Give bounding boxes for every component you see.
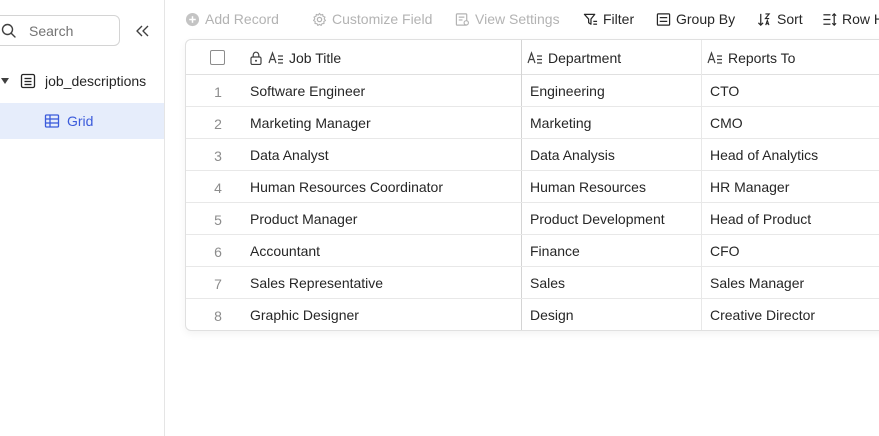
row-number: 2	[214, 116, 222, 132]
column-header-reports-to[interactable]: Reports To	[707, 40, 795, 75]
table-row[interactable]: 8 Graphic Designer Design Creative Direc…	[186, 299, 879, 330]
table-row[interactable]: 5 Product Manager Product Development He…	[186, 203, 879, 235]
cell-department[interactable]: Data Analysis	[530, 139, 615, 171]
row-number: 5	[214, 212, 222, 228]
table-row[interactable]: 1 Software Engineer Engineering CTO	[186, 75, 879, 107]
cell-department[interactable]: Design	[530, 299, 574, 330]
cell-reports-to[interactable]: Head of Product	[710, 203, 811, 235]
table-row[interactable]: 3 Data Analyst Data Analysis Head of Ana…	[186, 139, 879, 171]
filter-icon	[583, 13, 598, 25]
toolbar: Add Record Customize Field View Settings…	[165, 0, 879, 38]
search-icon	[1, 23, 16, 38]
cell-reports-to[interactable]: CMO	[710, 107, 743, 139]
sidebar-view-label: Grid	[67, 113, 94, 129]
view-settings-button[interactable]: View Settings	[455, 10, 560, 28]
row-number: 1	[214, 84, 222, 100]
customize-field-button[interactable]: Customize Field	[312, 10, 432, 28]
cell-department[interactable]: Marketing	[530, 107, 591, 139]
lock-icon	[250, 51, 262, 65]
cell-job-title[interactable]: Graphic Designer	[250, 299, 359, 330]
cell-reports-to[interactable]: Creative Director	[710, 299, 815, 330]
sidebar-search-box[interactable]	[0, 15, 120, 46]
cell-reports-to[interactable]: CFO	[710, 235, 740, 267]
row-number: 7	[214, 276, 222, 292]
cell-department[interactable]: Sales	[530, 267, 565, 299]
column-header-label: Reports To	[728, 49, 796, 66]
column-header-job-title[interactable]: Job Title	[250, 40, 341, 75]
row-height-icon	[823, 12, 837, 26]
cell-job-title[interactable]: Marketing Manager	[250, 107, 371, 139]
cell-department[interactable]: Product Development	[530, 203, 665, 235]
cell-reports-to[interactable]: HR Manager	[710, 171, 789, 203]
view-settings-icon	[455, 12, 469, 26]
table-row[interactable]: 2 Marketing Manager Marketing CMO	[186, 107, 879, 139]
select-all-checkbox[interactable]	[210, 50, 225, 65]
text-field-icon	[707, 50, 722, 64]
row-number: 4	[214, 180, 222, 196]
sidebar-item-grid-view[interactable]: Grid	[0, 103, 164, 139]
column-header-department[interactable]: Department	[527, 40, 621, 75]
cell-reports-to[interactable]: CTO	[710, 75, 739, 107]
grid-view-icon	[44, 114, 60, 128]
text-field-icon	[268, 50, 283, 64]
search-input[interactable]	[29, 22, 113, 40]
cell-department[interactable]: Engineering	[530, 75, 605, 107]
caret-down-icon[interactable]	[0, 76, 10, 86]
group-by-label: Group By	[676, 11, 736, 27]
group-by-button[interactable]: Group By	[656, 10, 735, 28]
cell-department[interactable]: Finance	[530, 235, 580, 267]
cell-department[interactable]: Human Resources	[530, 171, 646, 203]
plus-circle-icon	[185, 12, 200, 26]
data-grid: Job Title Department Reports To 1 Softwa…	[185, 39, 879, 331]
filter-label: Filter	[603, 11, 635, 27]
row-number: 6	[214, 244, 222, 260]
row-number: 3	[214, 148, 222, 164]
table-row[interactable]: 4 Human Resources Coordinator Human Reso…	[186, 171, 879, 203]
cell-job-title[interactable]: Data Analyst	[250, 139, 329, 171]
sort-label: Sort	[777, 11, 803, 27]
cell-reports-to[interactable]: Sales Manager	[710, 267, 804, 299]
view-settings-label: View Settings	[475, 11, 560, 27]
row-number: 8	[214, 308, 222, 324]
sort-button[interactable]: Sort	[757, 10, 803, 28]
customize-field-label: Customize Field	[332, 11, 433, 27]
column-header-label: Job Title	[289, 49, 342, 66]
filter-button[interactable]: Filter	[583, 10, 634, 28]
add-record-label: Add Record	[205, 11, 279, 27]
table-icon	[20, 73, 36, 89]
group-by-icon	[656, 12, 671, 26]
gear-icon	[312, 12, 327, 26]
cell-job-title[interactable]: Software Engineer	[250, 75, 365, 107]
add-record-button[interactable]: Add Record	[185, 10, 279, 28]
cell-job-title[interactable]: Human Resources Coordinator	[250, 171, 443, 203]
sidebar: job_descriptions Grid	[0, 0, 165, 436]
text-field-icon	[527, 50, 542, 64]
table-row[interactable]: 6 Accountant Finance CFO	[186, 235, 879, 267]
cell-job-title[interactable]: Product Manager	[250, 203, 357, 235]
cell-job-title[interactable]: Accountant	[250, 235, 320, 267]
sidebar-item-table[interactable]: job_descriptions	[0, 68, 165, 94]
column-header-label: Department	[548, 49, 622, 66]
row-height-button[interactable]: Row Height	[822, 10, 879, 28]
grid-header: Job Title Department Reports To	[186, 40, 879, 75]
cell-reports-to[interactable]: Head of Analytics	[710, 139, 818, 171]
cell-job-title[interactable]: Sales Representative	[250, 267, 383, 299]
double-chevron-left-icon[interactable]	[134, 23, 150, 39]
sidebar-table-label: job_descriptions	[45, 73, 147, 89]
sort-icon	[757, 12, 771, 26]
table-row[interactable]: 7 Sales Representative Sales Sales Manag…	[186, 267, 879, 299]
row-height-label: Row Height	[842, 11, 879, 27]
